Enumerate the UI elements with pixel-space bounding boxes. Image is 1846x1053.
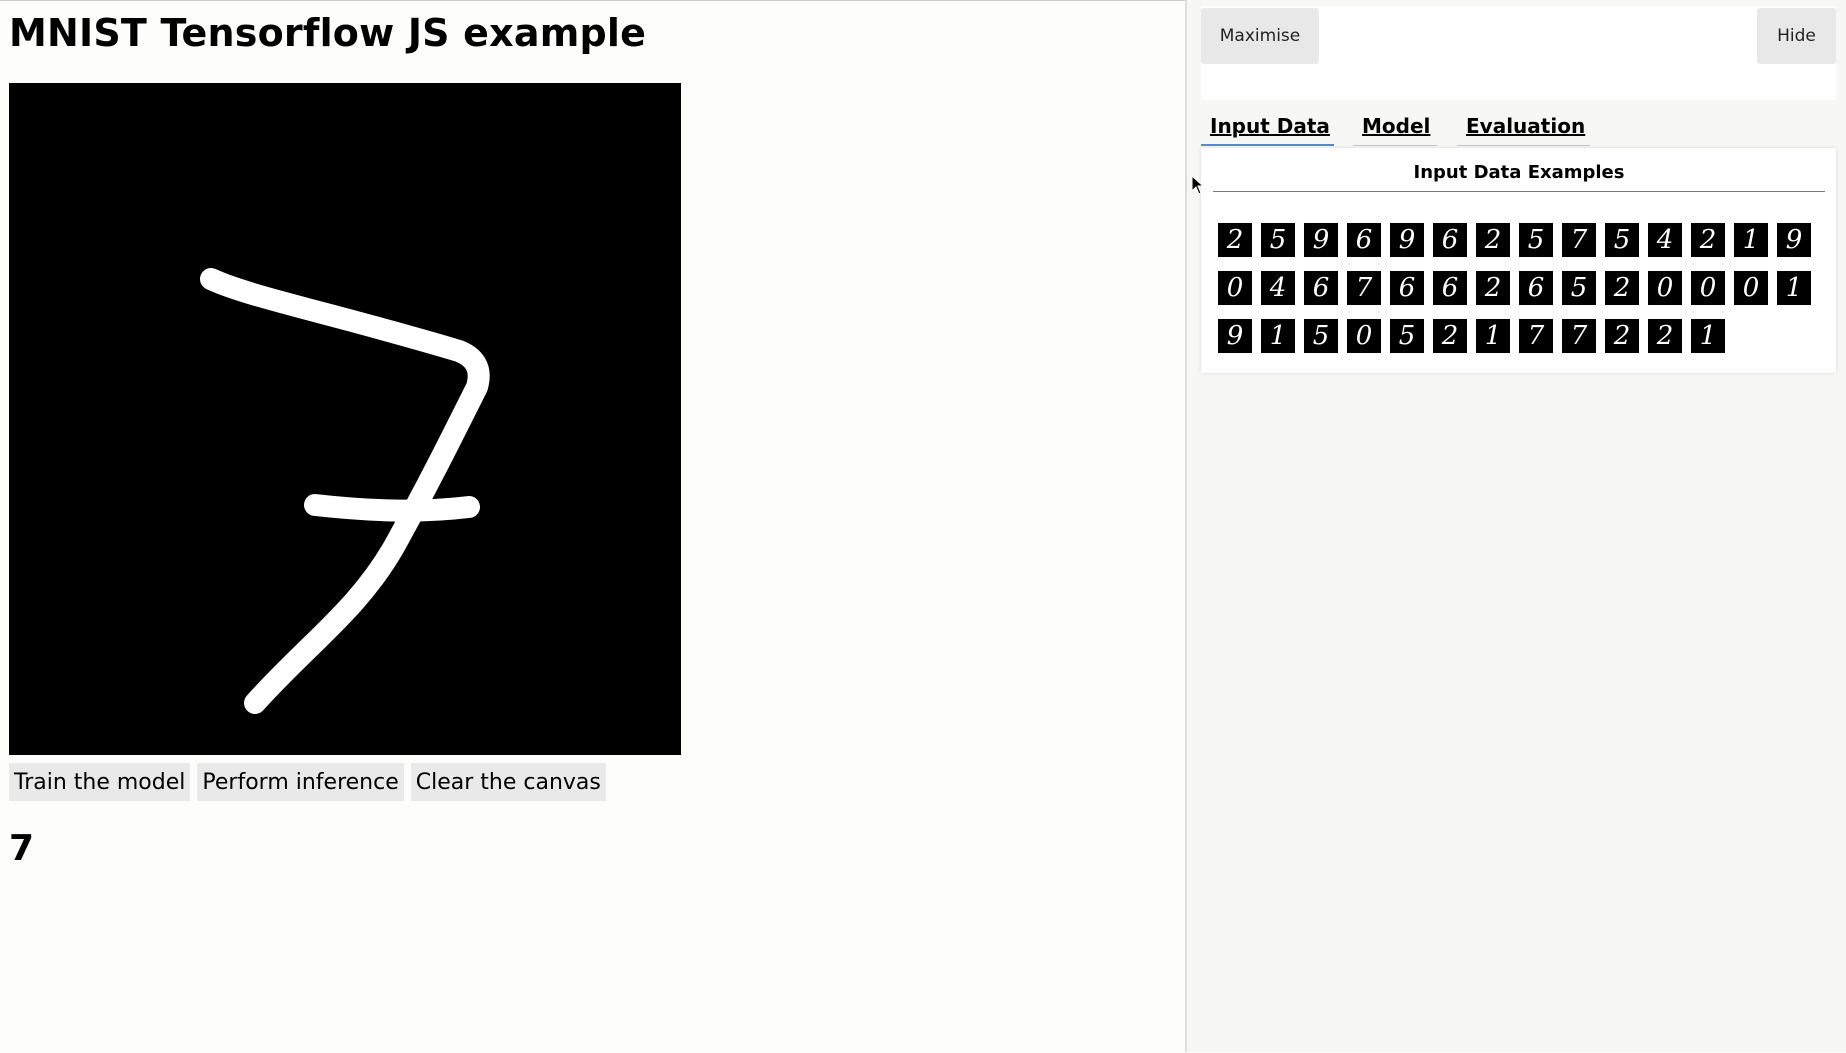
digit-examples-grid: 2596962575421904676626520001915052177221 xyxy=(1218,223,1828,353)
digit-example: 0 xyxy=(1691,271,1725,305)
hide-button[interactable]: Hide xyxy=(1757,8,1836,64)
drawn-stroke-crossbar xyxy=(304,494,480,522)
digit-example: 2 xyxy=(1476,223,1510,257)
digit-example: 5 xyxy=(1261,223,1295,257)
digit-example: 9 xyxy=(1777,223,1811,257)
input-data-surface: Input Data Examples 25969625754219046766… xyxy=(1201,148,1836,373)
page-title: MNIST Tensorflow JS example xyxy=(9,11,647,55)
digit-example: 0 xyxy=(1218,271,1252,305)
digit-example: 2 xyxy=(1691,223,1725,257)
clear-canvas-button[interactable]: Clear the canvas xyxy=(410,763,606,801)
digit-example: 7 xyxy=(1562,223,1596,257)
main-page: MNIST Tensorflow JS example Train the mo… xyxy=(0,0,1185,1053)
maximise-button[interactable]: Maximise xyxy=(1201,8,1319,64)
digit-example: 2 xyxy=(1433,319,1467,353)
digit-example: 5 xyxy=(1605,223,1639,257)
digit-example: 0 xyxy=(1347,319,1381,353)
digit-example: 7 xyxy=(1519,319,1553,353)
drawing-canvas[interactable] xyxy=(9,83,681,755)
digit-example: 4 xyxy=(1648,223,1682,257)
tab-evaluation[interactable]: Evaluation xyxy=(1457,110,1590,146)
digit-example: 6 xyxy=(1519,271,1553,305)
digit-example: 1 xyxy=(1476,319,1510,353)
digit-example: 1 xyxy=(1691,319,1725,353)
canvas-background xyxy=(9,83,681,755)
digit-example: 1 xyxy=(1261,319,1295,353)
digit-example: 6 xyxy=(1433,223,1467,257)
digit-example: 0 xyxy=(1734,271,1768,305)
digit-example: 4 xyxy=(1261,271,1295,305)
visor-panel: Maximise Hide Input Data Model Evaluatio… xyxy=(1185,0,1846,1052)
digit-example: 2 xyxy=(1605,319,1639,353)
digit-example: 2 xyxy=(1476,271,1510,305)
digit-example: 5 xyxy=(1562,271,1596,305)
tab-model[interactable]: Model xyxy=(1353,110,1437,146)
digit-example: 9 xyxy=(1390,223,1424,257)
mouse-cursor-icon xyxy=(1191,175,1205,195)
digit-example: 5 xyxy=(1519,223,1553,257)
digit-example: 0 xyxy=(1648,271,1682,305)
digit-example: 6 xyxy=(1347,223,1381,257)
tab-input-data[interactable]: Input Data xyxy=(1201,110,1334,146)
visor-controls: Maximise Hide xyxy=(1201,6,1836,100)
digit-example: 5 xyxy=(1304,319,1338,353)
digit-example: 6 xyxy=(1304,271,1338,305)
controls-bar: Train the model Perform inference Clear … xyxy=(9,763,606,801)
digit-example: 7 xyxy=(1562,319,1596,353)
prediction-result: 7 xyxy=(9,828,35,869)
digit-example: 2 xyxy=(1605,271,1639,305)
train-model-button[interactable]: Train the model xyxy=(9,763,191,801)
digit-example: 1 xyxy=(1734,223,1768,257)
perform-inference-button[interactable]: Perform inference xyxy=(197,763,404,801)
digit-example: 2 xyxy=(1648,319,1682,353)
digit-example: 9 xyxy=(1218,319,1252,353)
digit-example: 6 xyxy=(1433,271,1467,305)
digit-example: 5 xyxy=(1390,319,1424,353)
digit-example: 1 xyxy=(1777,271,1811,305)
digit-example: 2 xyxy=(1218,223,1252,257)
digit-example: 7 xyxy=(1347,271,1381,305)
surface-title: Input Data Examples xyxy=(1213,162,1825,192)
digit-example: 9 xyxy=(1304,223,1338,257)
digit-example: 6 xyxy=(1390,271,1424,305)
